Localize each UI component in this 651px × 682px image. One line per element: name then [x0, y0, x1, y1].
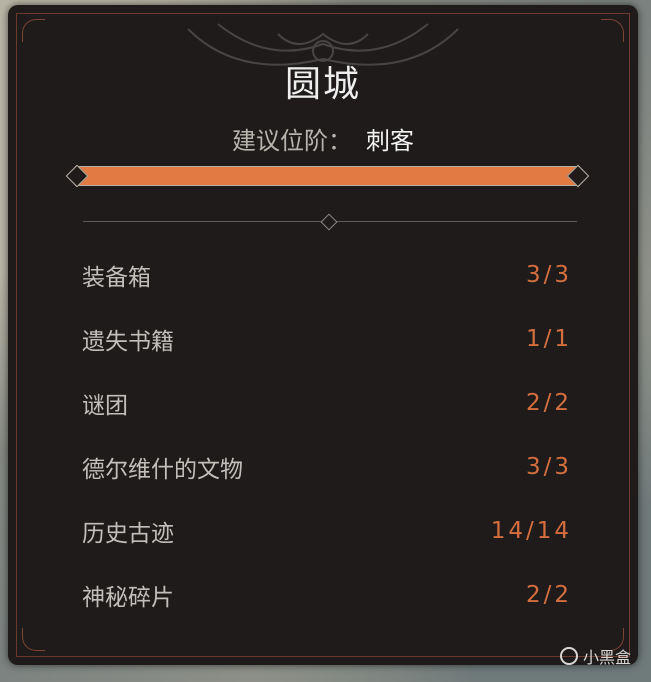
collectibles-list: 装备箱 3/3 遗失书籍 1/1 谜团 2/2 德尔维什的文物 3/3 历史古迹…	[82, 243, 572, 627]
list-item: 装备箱 3/3	[82, 243, 572, 307]
item-label: 装备箱	[82, 265, 151, 291]
item-label: 谜团	[82, 393, 128, 419]
recommended-rank-value: 刺客	[366, 127, 414, 155]
corner-ornament	[22, 19, 45, 42]
item-label: 神秘碎片	[82, 585, 174, 611]
item-count: 3/3	[525, 454, 572, 480]
corner-ornament	[22, 628, 45, 651]
recommended-rank: 建议位阶： 刺客	[8, 121, 638, 156]
watermark-text: 小黑盒	[582, 648, 631, 667]
list-item: 神秘碎片 2/2	[82, 563, 572, 627]
watermark: 小黑盒	[559, 644, 631, 668]
list-item: 历史古迹 14/14	[82, 499, 572, 563]
list-item: 德尔维什的文物 3/3	[82, 435, 572, 499]
progress-fill	[76, 167, 579, 185]
section-divider	[83, 213, 577, 231]
list-item: 遗失书籍 1/1	[82, 307, 572, 371]
item-count: 1/1	[525, 326, 572, 352]
divider-diamond-icon	[320, 213, 338, 231]
progress-track	[75, 166, 580, 186]
recommended-rank-label: 建议位阶：	[232, 127, 352, 155]
item-count: 14/14	[490, 518, 572, 544]
item-label: 历史古迹	[82, 521, 174, 547]
completion-progress-bar	[65, 163, 590, 189]
item-count: 2/2	[525, 390, 572, 416]
item-label: 德尔维什的文物	[82, 457, 243, 483]
item-label: 遗失书籍	[82, 329, 174, 355]
list-item: 谜团 2/2	[82, 371, 572, 435]
item-count: 2/2	[525, 582, 572, 608]
region-title: 圆城	[284, 64, 361, 105]
corner-ornament	[601, 19, 624, 42]
region-info-panel: 圆城 建议位阶： 刺客 装备箱 3/3 遗失书籍 1/1 谜团 2/2 德尔维什的…	[8, 5, 638, 665]
item-count: 3/3	[525, 262, 572, 288]
heybox-logo-icon	[559, 647, 578, 665]
